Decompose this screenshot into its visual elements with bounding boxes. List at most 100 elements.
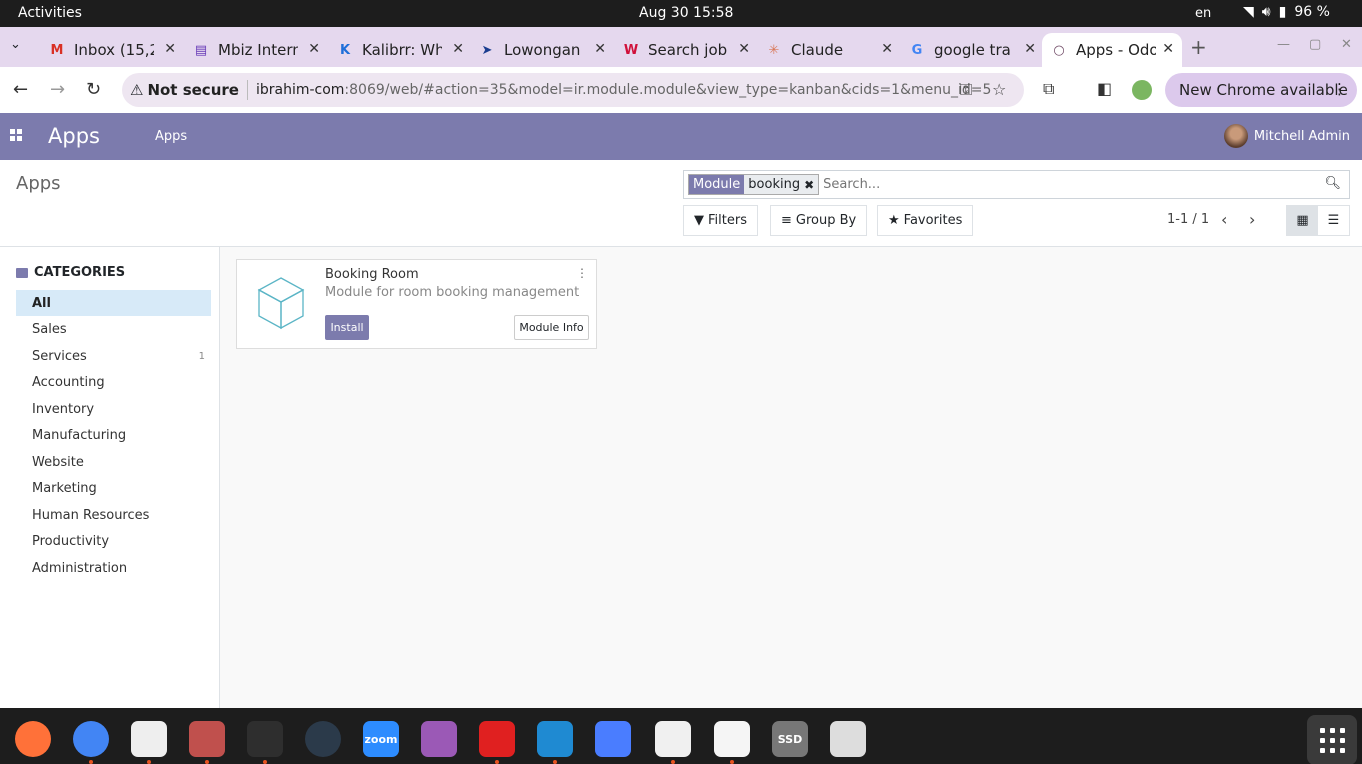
category-item[interactable]: Marketing [16, 476, 211, 502]
user-menu[interactable]: Mitchell Admin [1223, 124, 1350, 148]
close-tab-icon[interactable]: ✕ [452, 41, 464, 57]
not-secure-label[interactable]: Not secure [147, 81, 239, 99]
vscode-icon[interactable] [537, 721, 573, 757]
wifi-icon: ◥ [1243, 4, 1254, 20]
ssd-icon[interactable]: SSD [772, 721, 808, 757]
category-item[interactable]: Accounting [16, 370, 211, 396]
folder-icon [16, 267, 28, 278]
maximize-icon[interactable]: ▢ [1309, 37, 1321, 52]
activities-button[interactable]: Activities [18, 5, 82, 21]
app-brand[interactable]: Apps [48, 124, 100, 148]
system-tray[interactable]: ◥ 🔊︎ ▮ 96 % [1243, 4, 1330, 20]
remove-facet-icon[interactable]: ✖ [804, 175, 819, 194]
browser-tab[interactable]: ○ Apps - Odo ✕ [1042, 33, 1182, 67]
category-item[interactable]: Manufacturing [16, 423, 211, 449]
search-input[interactable] [823, 177, 1324, 192]
url-text[interactable]: ibrahim-com:8069/web/#action=35&model=ir… [256, 82, 991, 98]
browser-tab[interactable]: M Inbox (15,2 ✕ [40, 33, 184, 67]
clock[interactable]: Aug 30 15:58 [639, 5, 733, 21]
new-tab-button[interactable]: + [1190, 35, 1207, 59]
filters-button[interactable]: ▼ Filters [683, 205, 758, 236]
show-apps-icon[interactable] [1307, 715, 1357, 764]
close-tab-icon[interactable]: ✕ [594, 41, 606, 57]
terminal-icon[interactable] [247, 721, 283, 757]
search-facet[interactable]: Module booking ✖ [688, 174, 820, 195]
tab-search-icon[interactable]: ⌄ [10, 37, 21, 52]
category-item[interactable]: Human Resources [16, 502, 211, 528]
search-box[interactable]: Module booking ✖ 🔍︎ [683, 170, 1350, 199]
module-info-button[interactable]: Module Info [514, 315, 589, 340]
tab-title: google tra [934, 41, 1011, 59]
category-label: Human Resources [32, 507, 150, 523]
close-tab-icon[interactable]: ✕ [1024, 41, 1036, 57]
search-icon[interactable]: 🔍︎ [1324, 176, 1341, 191]
install-button[interactable]: Install [325, 315, 369, 340]
trash-icon[interactable] [830, 721, 866, 757]
system-top-bar: Activities Aug 30 15:58 en ◥ 🔊︎ ▮ 96 % [0, 0, 1362, 27]
module-card[interactable]: Booking Room Module for room booking man… [236, 259, 597, 349]
category-item[interactable]: Sales [16, 317, 211, 343]
pager-value[interactable]: 1-1 / 1 [1167, 212, 1209, 227]
firefox-icon[interactable] [15, 721, 51, 757]
reload-icon[interactable]: ↻ [86, 79, 101, 100]
wps-icon[interactable] [479, 721, 515, 757]
input-language[interactable]: en [1195, 6, 1211, 21]
minimize-icon[interactable]: — [1277, 37, 1290, 52]
document-viewer-icon[interactable] [131, 721, 167, 757]
lowongan-icon: ➤ [481, 42, 493, 58]
address-bar[interactable]: ⚠ Not secure ibrahim-com:8069/web/#actio… [122, 73, 1024, 107]
category-item[interactable]: Administration [16, 555, 211, 581]
close-tab-icon[interactable]: ✕ [308, 41, 320, 57]
files-icon[interactable] [189, 721, 225, 757]
tasks-icon[interactable] [595, 721, 631, 757]
browser-tab[interactable]: ➤ Lowongan ✕ [470, 33, 614, 67]
back-icon[interactable]: ← [13, 79, 28, 100]
browser-tab[interactable]: ▤ Mbiz Intern ✕ [184, 33, 328, 67]
browser-tab[interactable]: W Search job ✕ [614, 33, 758, 67]
chrome-update-button[interactable]: New Chrome available ⋮ [1165, 73, 1357, 107]
profile-avatar[interactable] [1132, 80, 1152, 100]
browser-tab[interactable]: K Kalibrr: Wh ✕ [328, 33, 472, 67]
extensions-icon[interactable]: ⧉ [1043, 79, 1054, 99]
jobstreet-icon: W [623, 42, 639, 58]
gimp-icon[interactable] [714, 721, 750, 757]
category-item[interactable]: All [16, 290, 211, 316]
category-item[interactable]: Services 1 [16, 343, 211, 369]
close-tab-icon[interactable]: ✕ [738, 41, 750, 57]
tab-title: Inbox (15,2 [74, 41, 154, 59]
browser-tab[interactable]: ✳ Claude ✕ [757, 33, 901, 67]
view-switcher: ▦ ☰ [1286, 205, 1350, 236]
close-window-icon[interactable]: ✕ [1341, 37, 1352, 52]
close-tab-icon[interactable]: ✕ [1162, 41, 1174, 57]
star-icon: ★ [888, 213, 900, 228]
favorites-button[interactable]: ★ Favorites [877, 205, 974, 236]
chrome-icon[interactable] [73, 721, 109, 757]
pager-next-icon[interactable]: › [1249, 210, 1255, 229]
url-path: :8069/web/#action=35&model=ir.module.mod… [344, 82, 992, 98]
menu-dots-icon[interactable]: ⋮ [1332, 80, 1347, 98]
text-editor-icon[interactable] [655, 721, 691, 757]
category-item[interactable]: Productivity [16, 529, 211, 555]
browser-tab[interactable]: Ggoogle tra ✕ [900, 33, 1044, 67]
category-label: Productivity [32, 534, 110, 549]
kebab-menu-icon[interactable]: ⋮ [576, 266, 588, 280]
media-player-icon[interactable] [421, 721, 457, 757]
key-icon[interactable]: ⚿ [960, 80, 972, 100]
group-by-button[interactable]: ≡ Group By [770, 205, 868, 236]
list-view-icon[interactable]: ☰ [1318, 206, 1349, 235]
close-tab-icon[interactable]: ✕ [881, 41, 893, 57]
forward-icon[interactable]: → [50, 79, 65, 100]
kanban-view-icon[interactable]: ▦ [1287, 206, 1318, 235]
star-icon[interactable]: ☆ [992, 80, 1006, 99]
category-item[interactable]: Website [16, 449, 211, 475]
stacer-icon[interactable] [305, 721, 341, 757]
app-menu-icon[interactable] [10, 129, 22, 141]
menu-apps[interactable]: Apps [155, 129, 187, 144]
close-tab-icon[interactable]: ✕ [164, 41, 176, 57]
pager-previous-icon[interactable]: ‹ [1221, 210, 1227, 229]
dock-app-label: SSD [777, 732, 803, 746]
module-description: Module for room booking management [325, 285, 580, 300]
zoom-icon[interactable]: zoom [363, 721, 399, 757]
side-panel-icon[interactable]: ◧ [1097, 79, 1112, 98]
category-item[interactable]: Inventory [16, 396, 211, 422]
